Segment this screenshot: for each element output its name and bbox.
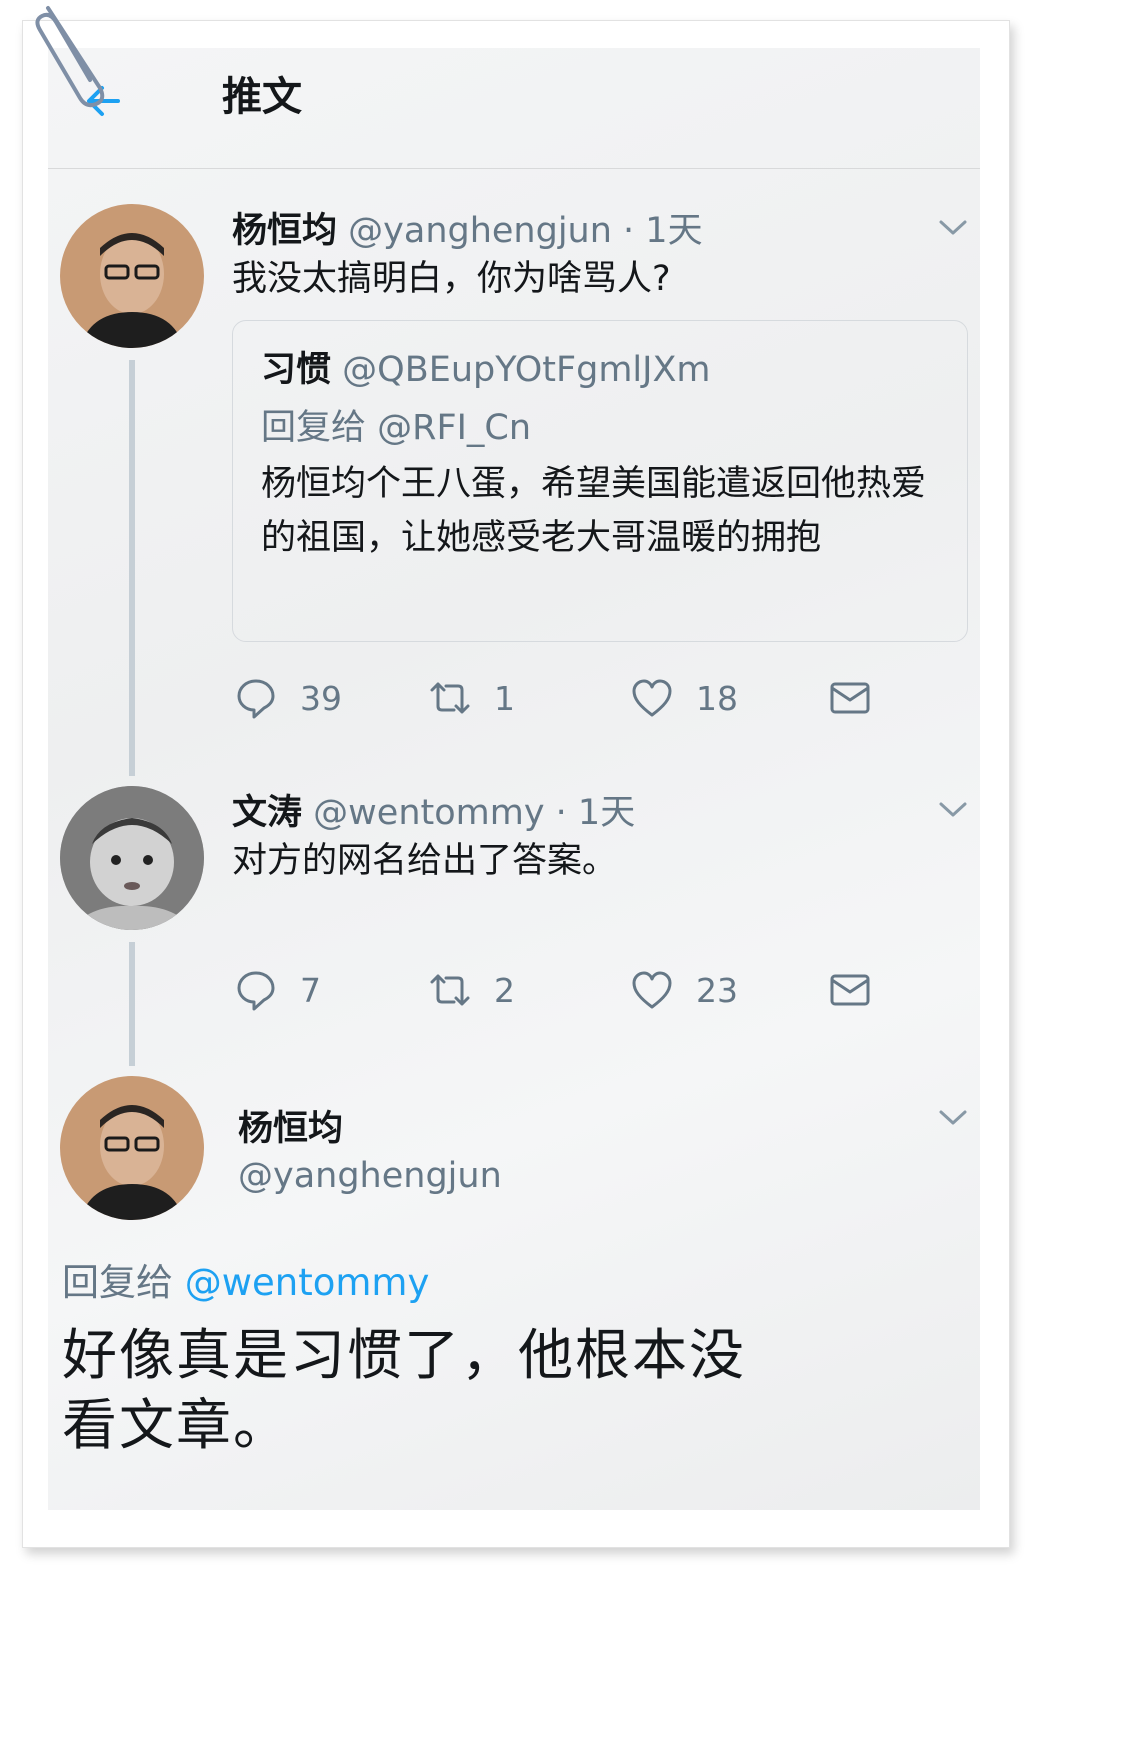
retweet-icon (430, 682, 470, 714)
author-handle[interactable]: @wentommy (313, 793, 544, 833)
tweet-time: · 1天 (611, 211, 703, 251)
retweet-count: 2 (494, 970, 515, 1010)
retweet-button[interactable]: 1 (428, 676, 515, 720)
author-name[interactable]: 杨恒均 (232, 211, 337, 251)
reply-button[interactable]: 7 (234, 968, 321, 1012)
reply-count: 39 (300, 678, 342, 718)
dm-icon (830, 682, 870, 714)
dm-button[interactable] (828, 968, 894, 1012)
tweet-text: 对方的网名给出了答案。 (232, 841, 618, 881)
like-icon (632, 971, 672, 1009)
quoted-author-handle: @QBEupYOtFgmlJXm (342, 350, 711, 390)
author-handle[interactable]: @yanghengjun (238, 1156, 502, 1196)
chevron-down-icon[interactable] (938, 800, 968, 820)
like-button[interactable]: 23 (630, 968, 738, 1012)
reply-icon (237, 679, 275, 719)
page-title: 推文 (222, 74, 302, 120)
reply-icon (237, 971, 275, 1011)
paperclip-icon (35, 6, 105, 108)
like-button[interactable]: 18 (630, 676, 738, 720)
chevron-down-icon[interactable] (938, 218, 968, 238)
reply-to-handle: @RFI_Cn (377, 408, 532, 448)
thread-line (129, 360, 135, 776)
dm-button[interactable] (828, 676, 894, 720)
focused-tweet-text: 好像真是习惯了，他根本没看文章。 (62, 1323, 747, 1457)
avatar[interactable] (60, 1076, 204, 1220)
quoted-header: 习惯 @QBEupYOtFgmlJXm (261, 341, 711, 392)
tweet-header: 文涛 @wentommy · 1天 (232, 784, 635, 835)
chevron-down-icon[interactable] (938, 1108, 968, 1128)
thread-line (129, 942, 135, 1066)
quoted-reply-line: 回复给 @RFI_Cn (261, 399, 531, 450)
author-name[interactable]: 杨恒均 (238, 1100, 343, 1151)
tweet-time: · 1天 (544, 793, 636, 833)
tweet-text: 我没太搞明白，你为啥骂人? (232, 259, 671, 299)
reply-prefix: 回复给 (261, 408, 367, 448)
author-handle[interactable]: @yanghengjun (348, 211, 612, 251)
reply-prefix: 回复给 (62, 1261, 173, 1304)
tweet-header: 杨恒均 @yanghengjun · 1天 (232, 202, 703, 253)
reply-to-handle[interactable]: @wentommy (185, 1261, 430, 1304)
top-bar: 推文 (48, 48, 980, 169)
retweet-count: 1 (494, 678, 515, 718)
like-count: 18 (696, 678, 738, 718)
quoted-tweet[interactable]: 习惯 @QBEupYOtFgmlJXm 回复给 @RFI_Cn 杨恒均个王八蛋，… (232, 320, 968, 642)
avatar[interactable] (60, 204, 204, 348)
retweet-icon (430, 974, 470, 1006)
quoted-text: 杨恒均个王八蛋，希望美国能遣返回他热爱的祖国，让她感受老大哥温暖的拥抱 (261, 464, 927, 558)
retweet-button[interactable]: 2 (428, 968, 515, 1012)
screenshot-paper: 推文 杨恒均 @yanghengjun · 1天 我没太搞明白，你为啥骂人? 习… (48, 48, 980, 1510)
quoted-author-name: 习惯 (261, 350, 332, 390)
dm-icon (830, 974, 870, 1006)
reply-count: 7 (300, 970, 321, 1010)
author-name[interactable]: 文涛 (232, 793, 302, 833)
reply-button[interactable]: 39 (234, 676, 342, 720)
like-icon (632, 679, 672, 717)
avatar[interactable] (60, 786, 204, 930)
like-count: 23 (696, 970, 738, 1010)
reply-context: 回复给 @wentommy (62, 1252, 429, 1306)
